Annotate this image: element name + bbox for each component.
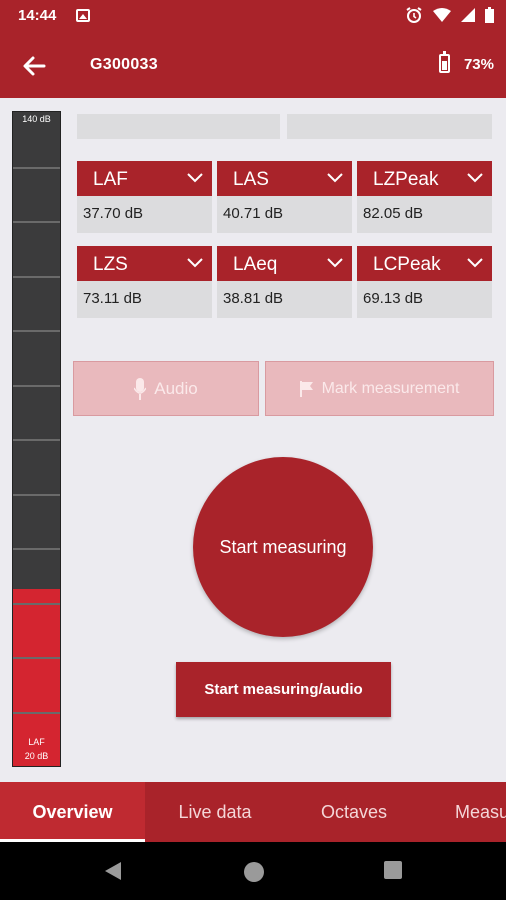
meter-tick: [13, 712, 60, 714]
chevron-down-icon: [187, 173, 203, 183]
device-title: G300033: [90, 56, 158, 73]
metric-label: LAeq: [233, 254, 278, 275]
signal-icon: [461, 8, 475, 22]
meter-tick: [13, 385, 60, 387]
audio-button[interactable]: Audio: [73, 361, 259, 416]
tab-octaves[interactable]: Octaves: [285, 782, 423, 842]
metric-selector[interactable]: LCPeak: [357, 246, 492, 281]
battery-percentage: 73%: [463, 56, 494, 73]
system-nav-bar: [0, 842, 506, 900]
status-bar: 14:44: [0, 0, 506, 32]
bottom-tab-bar: Overview Live data Octaves Measu: [0, 782, 506, 842]
metric-selector[interactable]: LZS: [77, 246, 212, 281]
metric-value: 69.13 dB: [357, 281, 492, 318]
meter-tick: [13, 548, 60, 550]
metric-label: LZPeak: [373, 169, 439, 190]
meter-parameter-label: LAF: [28, 737, 45, 747]
wifi-icon: [433, 8, 451, 22]
app-bar: G300033 73%: [0, 32, 506, 98]
level-meter: 140 dB LAF 20 dB: [12, 111, 61, 767]
image-notification-icon: [76, 9, 90, 22]
metric-card-las: LAS 40.71 dB: [217, 161, 352, 233]
metric-selector[interactable]: LAeq: [217, 246, 352, 281]
placeholder-field-left: [77, 114, 280, 139]
metric-card-lzpeak: LZPeak 82.05 dB: [357, 161, 492, 233]
metric-label: LAF: [93, 169, 128, 190]
alarm-icon: [406, 7, 422, 23]
metric-value: 38.81 dB: [217, 281, 352, 318]
meter-tick: [13, 494, 60, 496]
start-measuring-audio-label: Start measuring/audio: [204, 681, 363, 698]
mark-measurement-button[interactable]: Mark measurement: [265, 361, 494, 416]
metric-card-laeq: LAeq 38.81 dB: [217, 246, 352, 318]
mark-measurement-label: Mark measurement: [321, 379, 460, 397]
audio-button-label: Audio: [154, 378, 198, 398]
start-measuring-label: Start measuring: [219, 536, 347, 557]
status-time: 14:44: [18, 7, 57, 24]
chevron-down-icon: [187, 258, 203, 268]
tab-live-data[interactable]: Live data: [145, 782, 285, 842]
placeholder-field-right: [287, 114, 492, 139]
metric-value: 40.71 dB: [217, 196, 352, 233]
metric-selector[interactable]: LAS: [217, 161, 352, 196]
metric-value: 73.11 dB: [77, 281, 212, 318]
meter-tick: [13, 603, 60, 605]
start-measuring-button[interactable]: Start measuring: [193, 457, 373, 637]
chevron-down-icon: [467, 258, 483, 268]
metric-value: 82.05 dB: [357, 196, 492, 233]
tab-overview[interactable]: Overview: [0, 782, 145, 842]
chevron-down-icon: [327, 173, 343, 183]
nav-recents-icon[interactable]: [384, 861, 402, 879]
meter-bottom-label: 20 dB: [24, 751, 49, 761]
metric-card-lcpeak: LCPeak 69.13 dB: [357, 246, 492, 318]
metric-label: LZS: [93, 254, 128, 275]
meter-tick: [13, 439, 60, 441]
metric-card-laf: LAF 37.70 dB: [77, 161, 212, 233]
battery-icon: [439, 51, 450, 73]
meter-tick: [13, 167, 60, 169]
chevron-down-icon: [327, 258, 343, 268]
meter-top-label: 140 dB: [22, 114, 51, 124]
meter-tick: [13, 330, 60, 332]
metric-label: LAS: [233, 169, 269, 190]
meter-tick: [13, 221, 60, 223]
back-arrow-icon[interactable]: [20, 52, 48, 80]
flag-icon: [299, 380, 313, 397]
metric-label: LCPeak: [373, 254, 441, 275]
nav-back-icon[interactable]: [103, 861, 123, 881]
mic-icon: [134, 377, 147, 400]
meter-tick: [13, 276, 60, 278]
meter-tick: [13, 657, 60, 659]
metric-selector[interactable]: LAF: [77, 161, 212, 196]
start-measuring-audio-button[interactable]: Start measuring/audio: [176, 662, 391, 717]
metric-selector[interactable]: LZPeak: [357, 161, 492, 196]
chevron-down-icon: [467, 173, 483, 183]
tab-measurements[interactable]: Measu: [423, 782, 506, 842]
battery-status-icon: [485, 7, 494, 23]
nav-home-icon[interactable]: [243, 861, 265, 883]
metric-value: 37.70 dB: [77, 196, 212, 233]
metric-card-lzs: LZS 73.11 dB: [77, 246, 212, 318]
